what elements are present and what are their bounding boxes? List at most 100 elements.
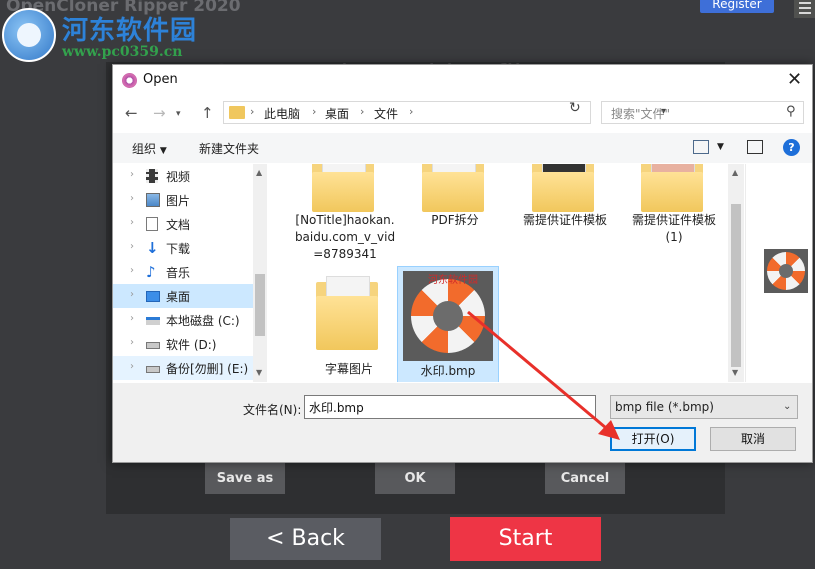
scroll-down-icon[interactable]: ▼	[732, 368, 738, 377]
sidebar-item-documents[interactable]: › 文档	[113, 212, 253, 236]
breadcrumb-files[interactable]: 文件	[374, 105, 398, 122]
refresh-icon[interactable]: ↻	[569, 100, 581, 116]
up-arrow-icon[interactable]: ↑	[201, 104, 214, 122]
register-button[interactable]: Register	[700, 0, 774, 13]
open-file-dialog: Open ✕ ← → ▾ ↑ › 此电脑 › 桌面 › 文件 › ▾ ↻ 搜索"…	[112, 64, 813, 463]
sidebar-item-label: 桌面	[166, 290, 191, 304]
app-disc-icon	[122, 73, 137, 88]
sidebar-item-label: 下载	[166, 242, 191, 256]
scroll-up-icon[interactable]: ▲	[732, 168, 738, 177]
drive-c-icon	[146, 317, 160, 325]
sidebar-item-drive-d[interactable]: › 软件 (D:)	[113, 332, 253, 356]
filename-input[interactable]	[304, 395, 596, 419]
expand-chevron-icon[interactable]: ›	[130, 193, 134, 204]
scroll-down-icon[interactable]: ▼	[256, 368, 262, 377]
expand-chevron-icon[interactable]: ›	[130, 337, 134, 348]
file-name: PDF拆分	[431, 213, 479, 227]
ok-button[interactable]: OK	[375, 463, 455, 494]
expand-chevron-icon[interactable]: ›	[130, 265, 134, 276]
sidebar-item-label: 文档	[166, 218, 191, 232]
sidebar-item-pictures[interactable]: › 图片	[113, 188, 253, 212]
preview-pane-icon[interactable]	[747, 140, 763, 154]
sidebar-item-videos[interactable]: › 视频	[113, 164, 253, 188]
scrollbar-thumb[interactable]	[731, 204, 741, 367]
search-placeholder: 搜索"文件"	[611, 107, 671, 121]
expand-chevron-icon[interactable]: ›	[130, 289, 134, 300]
start-button[interactable]: Start	[450, 517, 601, 561]
close-icon[interactable]: ✕	[787, 69, 802, 90]
filetype-select[interactable]: bmp file (*.bmp) ⌄	[610, 395, 798, 419]
sidebar-item-label: 音乐	[166, 266, 191, 280]
watermark-title: 河东软件园	[62, 16, 198, 46]
search-box[interactable]: 搜索"文件" ⚲	[601, 101, 804, 124]
expand-chevron-icon[interactable]: ›	[130, 241, 134, 252]
forward-arrow-icon[interactable]: →	[153, 104, 166, 122]
organize-label: 组织	[132, 142, 157, 156]
file-list-scrollbar[interactable]: ▲ ▼	[728, 164, 744, 382]
sidebar-item-drive-e[interactable]: › 备份[勿删] (E:)	[113, 356, 253, 380]
expand-chevron-icon[interactable]: ›	[130, 217, 134, 228]
breadcrumb-desktop[interactable]: 桌面	[325, 105, 349, 122]
address-bar[interactable]: › 此电脑 › 桌面 › 文件 › ▾	[223, 101, 666, 124]
chevron-down-icon: ⌄	[783, 401, 792, 412]
back-button[interactable]: < Back	[230, 518, 381, 560]
sidebar-item-drive-c[interactable]: › 本地磁盘 (C:)	[113, 308, 253, 332]
recent-locations-chevron-icon[interactable]: ▾	[176, 109, 181, 119]
chevron-down-icon: ▼	[159, 146, 167, 156]
video-icon	[146, 169, 158, 183]
watermark-url: www.pc0359.cn	[62, 44, 183, 60]
sidebar-scrollbar[interactable]: ▲ ▼	[253, 164, 267, 382]
file-item-image-selected[interactable]: 河东软件园 水印.bmp	[397, 266, 499, 382]
file-name: 水印.bmp	[420, 364, 476, 378]
dialog-title: Open	[143, 72, 178, 87]
change-view-icon[interactable]	[693, 140, 709, 154]
sidebar-item-label: 软件 (D:)	[166, 338, 217, 352]
download-icon: ↓	[146, 239, 159, 257]
file-item-folder[interactable]: 字幕图片	[298, 272, 400, 380]
search-icon: ⚲	[786, 104, 796, 119]
breadcrumb-this-pc[interactable]: 此电脑	[264, 105, 300, 122]
document-icon	[146, 217, 158, 231]
picture-icon	[146, 193, 160, 207]
back-arrow-icon[interactable]: ←	[125, 104, 138, 122]
sidebar-item-music[interactable]: › ♪ 音乐	[113, 260, 253, 284]
expand-chevron-icon[interactable]: ›	[130, 361, 134, 372]
folder-icon	[316, 276, 378, 350]
folder-icon	[312, 164, 374, 212]
music-icon: ♪	[146, 263, 156, 281]
breadcrumb-separator: ›	[312, 105, 317, 118]
scroll-up-icon[interactable]: ▲	[256, 168, 262, 177]
organize-menu[interactable]: 组织 ▼	[132, 140, 167, 157]
command-bar: 组织 ▼ 新建文件夹 ▼ ?	[113, 133, 812, 163]
dialog-cancel-button[interactable]: 取消	[710, 427, 796, 451]
file-name: [NoTitle]haokan.baidu.com_v_vid=8789341	[294, 213, 396, 261]
sidebar-item-desktop[interactable]: › 桌面	[113, 284, 253, 308]
file-item-folder[interactable]: PDF拆分	[404, 164, 506, 234]
folder-icon	[229, 106, 245, 119]
lifebuoy-icon	[411, 279, 485, 353]
file-name: 字幕图片	[324, 362, 373, 376]
sidebar-item-label: 备份[勿删] (E:)	[166, 362, 249, 376]
navigation-bar: ← → ▾ ↑ › 此电脑 › 桌面 › 文件 › ▾ ↻ 搜索"文件" ⚲	[113, 97, 812, 129]
sidebar-item-downloads[interactable]: › ↓ 下载	[113, 236, 253, 260]
scrollbar-thumb[interactable]	[255, 274, 265, 336]
open-button[interactable]: 打开(O)	[610, 427, 696, 451]
file-item-folder[interactable]: [NoTitle]haokan.baidu.com_v_vid=8789341	[294, 164, 396, 264]
breadcrumb-separator: ›	[409, 105, 414, 118]
view-dropdown-icon[interactable]: ▼	[717, 142, 724, 152]
file-name: 需提供证件模板	[522, 213, 607, 227]
expand-chevron-icon[interactable]: ›	[130, 169, 134, 180]
expand-chevron-icon[interactable]: ›	[130, 313, 134, 324]
new-folder-button[interactable]: 新建文件夹	[199, 140, 259, 157]
save-as-button[interactable]: Save as	[205, 463, 285, 494]
watermark-logo-icon	[2, 8, 56, 62]
help-icon[interactable]: ?	[783, 139, 800, 156]
cancel-button[interactable]: Cancel	[545, 463, 625, 494]
hamburger-menu-icon[interactable]	[794, 0, 815, 18]
folder-icon	[532, 164, 594, 212]
file-item-folder[interactable]: 需提供证件模板	[514, 164, 616, 234]
sidebar-item-label: 视频	[166, 170, 191, 184]
dialog-footer: 文件名(N): bmp file (*.bmp) ⌄ 打开(O) 取消	[113, 383, 812, 462]
file-item-folder[interactable]: 需提供证件模板 (1)	[623, 164, 725, 254]
preview-pane	[745, 164, 812, 382]
